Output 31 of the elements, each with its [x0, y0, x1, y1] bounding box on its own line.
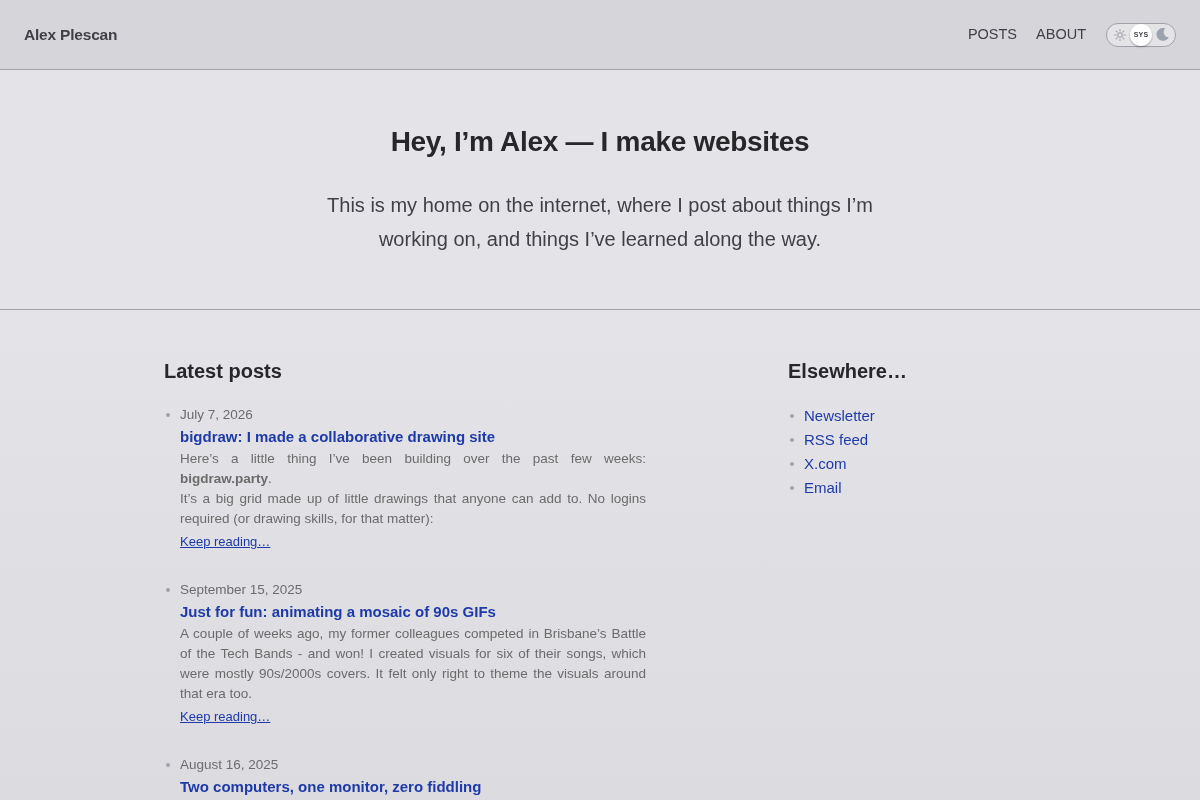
bullet-icon [166, 413, 170, 417]
section-heading: Elsewhere… [788, 359, 908, 384]
moon-icon [1155, 28, 1169, 41]
bullet-icon [166, 588, 170, 592]
hero-text: This is my home on the internet, where I post about things I’m working on, and things I’ve learned along the way. [326, 193, 874, 252]
external-link[interactable]: RSS feed [804, 431, 869, 448]
external-link[interactable]: Newsletter [804, 407, 875, 424]
bullet-icon [790, 414, 794, 418]
external-link[interactable]: X.com [804, 455, 847, 472]
bullet-icon [790, 486, 794, 490]
sun-icon [1113, 28, 1126, 41]
bullet-icon [790, 462, 794, 466]
post-title[interactable]: bigdraw: I made a collaborative drawing site [180, 427, 646, 447]
post-date: September 15, 2025 [180, 581, 304, 599]
post-title[interactable]: Two computers, one monitor, zero fiddling [180, 777, 646, 797]
post-date: August 16, 2025 [180, 756, 280, 774]
section-heading: Latest posts [164, 359, 283, 384]
post-title[interactable]: Just for fun: animating a mosaic of 90s GIFs [180, 602, 646, 622]
bullet-icon [166, 763, 170, 767]
keep-reading-link[interactable]: Keep reading… [180, 532, 271, 552]
site-title[interactable]: Alex Plescan [24, 22, 118, 47]
post-excerpt: Here’s a little thing I’ve been building over the past few weeks: bigdraw.party. [180, 450, 646, 488]
bullet-icon [790, 438, 794, 442]
nav-link[interactable]: POSTS [967, 23, 1018, 46]
post-date: July 7, 2026 [180, 406, 254, 424]
post-excerpt: It’s a big grid made up of little drawings that anyone can add to. No logins required (or drawing skills, for that matter): [180, 490, 646, 528]
post-excerpt: A couple of weeks ago, my former colleagues competed in Brisbane’s Battle of the Tech Bands - and won! I created visuals for six of their songs, which were mostly 90s/2000s covers. It felt only right to theme the visuals around that era too. [180, 625, 646, 703]
nav-link[interactable]: ABOUT [1036, 23, 1086, 46]
keep-reading-link[interactable]: Keep reading… [180, 707, 271, 727]
external-link[interactable]: Email [804, 479, 842, 496]
hero-heading: Hey, I’m Alex — I make websites [390, 125, 810, 159]
